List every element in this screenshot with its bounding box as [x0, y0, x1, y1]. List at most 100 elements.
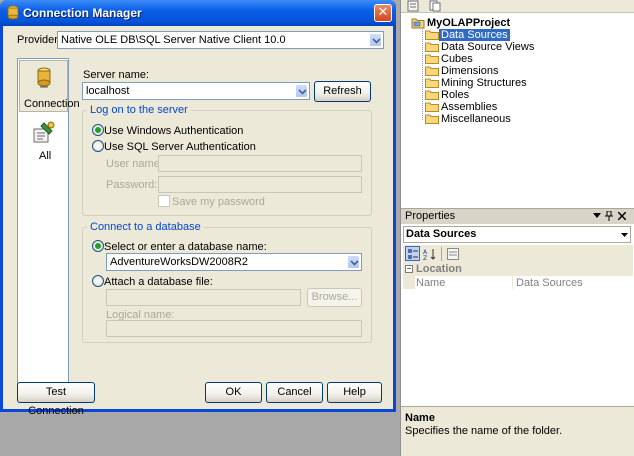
folder-icon — [425, 114, 439, 124]
connection-cylinder-icon — [37, 67, 51, 88]
provider-select[interactable]: Native OLE DB\SQL Server Native Client 1… — [57, 31, 384, 49]
folder-icon — [425, 78, 439, 88]
alphabetical-sort-icon[interactable]: AZ — [423, 248, 437, 260]
tree-item-cubes[interactable]: Cubes — [441, 53, 473, 65]
refresh-button[interactable]: Refresh — [314, 81, 371, 102]
attach-file-input[interactable] — [106, 289, 301, 306]
ok-button[interactable]: OK — [205, 382, 262, 403]
category-row[interactable]: − Location — [403, 263, 633, 276]
provider-dropdown-button[interactable] — [369, 33, 382, 47]
properties-toolbar-icon[interactable] — [407, 0, 419, 12]
property-description-pane: Name Specifies the name of the folder. — [401, 406, 634, 456]
folder-icon — [425, 30, 439, 40]
attach-database-label[interactable]: Attach a database file: — [104, 276, 213, 288]
properties-header: Properties — [401, 208, 634, 224]
property-name: Name — [416, 277, 446, 289]
folder-icon — [425, 102, 439, 112]
close-icon: ✕ — [377, 5, 389, 20]
chevron-down-icon — [621, 233, 628, 237]
nav-item-all[interactable]: All — [19, 121, 68, 165]
database-name-dropdown-button[interactable] — [347, 255, 360, 269]
dropdown-arrow-icon[interactable] — [593, 213, 601, 219]
tree-item-roles[interactable]: Roles — [441, 89, 469, 101]
categorized-button[interactable] — [405, 246, 420, 261]
nav-item-connection[interactable]: Connection — [19, 60, 80, 112]
svg-text:Z: Z — [423, 255, 427, 260]
nav-item-connection-label: Connection — [24, 98, 80, 110]
connection-manager-dialog: Connection Manager ✕ Provider: Native OL… — [0, 0, 396, 417]
tree-item-dimensions[interactable]: Dimensions — [441, 65, 498, 77]
save-password-label: Save my password — [172, 196, 265, 208]
save-password-checkbox[interactable] — [158, 195, 170, 207]
page-selector-panel: Connection All — [17, 58, 80, 398]
chevron-down-icon — [372, 38, 381, 44]
help-button[interactable]: Help — [327, 382, 382, 403]
tree-item-data-sources[interactable]: Data Sources — [439, 29, 510, 41]
provider-label: Provider: — [17, 34, 62, 46]
show-all-files-icon[interactable] — [429, 0, 441, 12]
windows-auth-label[interactable]: Use Windows Authentication — [104, 125, 243, 137]
properties-object-value: Data Sources — [406, 228, 477, 240]
solution-explorer-toolbar — [401, 0, 634, 13]
sql-auth-radio[interactable] — [92, 140, 104, 152]
properties-object-select[interactable]: Data Sources — [403, 226, 631, 243]
server-name-label: Server name: — [83, 69, 150, 81]
server-name-value: localhost — [86, 85, 130, 97]
tree-item-data-source-views[interactable]: Data Source Views — [441, 41, 534, 53]
property-pages-icon[interactable] — [447, 248, 459, 260]
select-database-label[interactable]: Select or enter a database name: — [104, 241, 267, 253]
property-value[interactable]: Data Sources — [516, 277, 583, 289]
windows-auth-radio[interactable] — [92, 124, 104, 136]
database-name-value: AdventureWorksDW2008R2 — [110, 256, 248, 268]
tree-connector-line — [422, 29, 423, 120]
properties-title: Properties — [405, 210, 456, 222]
collapse-icon[interactable]: − — [405, 265, 413, 273]
cancel-button[interactable]: Cancel — [266, 382, 323, 403]
close-button[interactable]: ✕ — [374, 4, 392, 22]
server-name-combobox[interactable]: localhost — [82, 82, 310, 100]
logical-name-input[interactable] — [106, 320, 362, 337]
database-name-combobox[interactable]: AdventureWorksDW2008R2 — [106, 253, 362, 271]
project-icon — [411, 18, 425, 29]
description-text: Specifies the name of the folder. — [405, 425, 563, 437]
close-icon[interactable] — [618, 212, 626, 220]
category-label: Location — [416, 263, 462, 275]
tree-item-assemblies[interactable]: Assemblies — [441, 101, 497, 113]
sql-auth-label[interactable]: Use SQL Server Authentication — [104, 141, 256, 153]
select-database-radio[interactable] — [92, 240, 104, 252]
logon-group-title: Log on to the server — [87, 104, 191, 116]
connection-manager-icon — [7, 5, 19, 20]
server-name-dropdown-button[interactable] — [295, 84, 308, 98]
chevron-down-icon — [350, 260, 359, 266]
test-connection-button[interactable]: Test Connection — [17, 382, 95, 417]
pin-icon[interactable] — [605, 211, 613, 221]
dialog-title: Connection Manager — [23, 6, 142, 20]
ide-right-pane: MyOLAPProject Data Sources Data Source V… — [400, 0, 634, 456]
password-label: Password: — [106, 179, 158, 191]
column-divider[interactable] — [512, 276, 513, 289]
browse-button[interactable]: Browse... — [307, 288, 362, 307]
nav-item-all-label: All — [39, 150, 52, 162]
user-name-input[interactable] — [158, 155, 362, 172]
user-name-label: User name: — [106, 158, 163, 170]
provider-value: Native OLE DB\SQL Server Native Client 1… — [61, 34, 286, 46]
tree-item-miscellaneous[interactable]: Miscellaneous — [441, 113, 511, 125]
categorized-icon — [408, 249, 418, 259]
folder-icon — [425, 90, 439, 100]
password-input[interactable] — [158, 176, 362, 193]
tree-item-mining-structures[interactable]: Mining Structures — [441, 77, 527, 89]
folder-icon — [425, 54, 439, 64]
property-grid: − Location Name Data Sources — [403, 263, 633, 403]
database-group-title: Connect to a database — [87, 221, 204, 233]
row-gutter — [403, 276, 415, 289]
toolbar-separator — [441, 247, 442, 261]
properties-toolbar: AZ — [403, 245, 633, 263]
property-row[interactable]: Name Data Sources — [403, 276, 633, 289]
folder-icon — [425, 42, 439, 52]
attach-database-radio[interactable] — [92, 275, 104, 287]
all-properties-icon — [33, 121, 55, 143]
chevron-down-icon — [298, 89, 307, 95]
folder-icon — [425, 66, 439, 76]
project-node[interactable]: MyOLAPProject — [427, 17, 510, 29]
dialog-titlebar[interactable]: Connection Manager ✕ — [0, 0, 396, 26]
